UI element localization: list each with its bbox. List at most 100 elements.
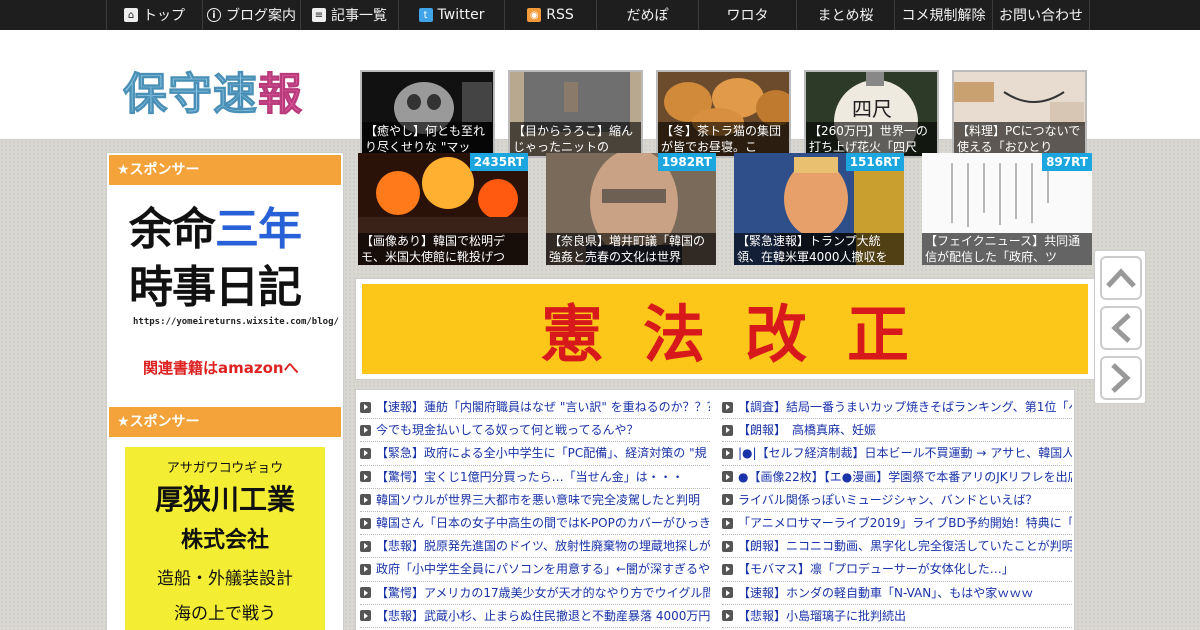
headline-text: ライバル関係っぽいミュージシャン、バンドといえば？	[738, 492, 1038, 507]
header-thumb[interactable]: 【癒やし】何とも至れり尽くせりな "マッ	[360, 70, 495, 158]
header-thumb[interactable]: 【目からうろこ】縮んじゃったニットの	[508, 70, 643, 158]
retweet-count-badge: 2435RT	[469, 153, 528, 171]
headline-column-right: 【調査】結局一番うまいカップ焼きそばランキング、第1位「ペ 【朗報】 高橋真麻、…	[722, 396, 1072, 628]
nav-item-top[interactable]: ⌂ トップ	[106, 0, 202, 30]
headline-link[interactable]: 「アニメロサマーライブ2019」ライブBD予約開始！特典に「ア	[722, 512, 1072, 536]
nav-item-blog-guide[interactable]: i ブログ案内	[202, 0, 300, 30]
play-bullet-icon	[360, 610, 371, 622]
headline-link[interactable]: 【速報】蓮舫「内閣府職員はなぜ "言い訳" を重ねるのか？？？	[360, 396, 710, 420]
headline-link[interactable]: 【悲報】脱原発先進国のドイツ、放射性廃棄物の埋蔵地探しが	[360, 535, 710, 559]
headline-link[interactable]: 政府「小中学生全員にパソコンを用意する」←闇が深すぎるや	[360, 558, 710, 582]
logo-text: 速	[213, 69, 258, 121]
sponsor-ad-asagawa[interactable]: アサガワコウギョウ 厚狭川工業 株式会社 造船・外艤装設計 海の上で戦う	[125, 447, 325, 630]
trending-caption: 【フェイクニュース】共同通信が配信した「政府、ツ	[922, 233, 1092, 265]
headline-link[interactable]: 【モバマス】凛「プロデューサーが女体化した…」	[722, 558, 1072, 582]
nav-item-twitter[interactable]: t Twitter	[398, 0, 504, 30]
nav-item-contact[interactable]: お問い合わせ	[992, 0, 1090, 30]
nav-item-article-list[interactable]: ≡ 記事一覧	[300, 0, 398, 30]
play-bullet-icon	[360, 517, 371, 529]
headline-text: 「アニメロサマーライブ2019」ライブBD予約開始！特典に「ア	[738, 516, 1072, 531]
nav-item-damepo[interactable]: だめぽ	[596, 0, 698, 30]
ad-tagline: 海の上で戦う	[174, 604, 276, 624]
amazon-link[interactable]: 関連書籍はamazonへ	[143, 357, 299, 378]
headline-text: 【朗報】 高橋真麻、妊娠	[738, 423, 877, 438]
header-thumb[interactable]: 四尺 【260万円】世界一の打ち上げ花火「四尺	[804, 70, 939, 158]
headline-link[interactable]: 【朗報】ニコニコ動画、黒字化し完全復活していたことが判明	[722, 535, 1072, 559]
headline-text: 【悲報】武蔵小杉、止まらぬ住民撤退と不動産暴落 4000万円台	[376, 608, 710, 623]
headline-text: 【悲報】小島瑠璃子に批判続出	[738, 608, 907, 623]
nav-item-comment-unlock[interactable]: コメ規制解除	[894, 0, 992, 30]
headline-link[interactable]: 【速報】ホンダの軽自動車「N-VAN」、もはや家ｗｗｗ	[722, 582, 1072, 605]
thumb-caption: 【目からうろこ】縮んじゃったニットの	[510, 122, 641, 156]
play-bullet-icon	[722, 610, 733, 622]
next-page-button[interactable]	[1100, 356, 1142, 400]
header-thumb[interactable]: 【料理】PCにつないで使える「おひとり	[952, 70, 1087, 158]
headline-text: 韓国ソウルが世界三大都市を悪い意味で完全凌駕したと判明	[376, 492, 701, 507]
site-logo[interactable]: 保守速報	[123, 58, 303, 122]
play-bullet-icon	[360, 424, 371, 436]
chevron-left-icon	[1111, 313, 1131, 343]
headline-link[interactable]: 【調査】結局一番うまいカップ焼きそばランキング、第1位「ペ	[722, 396, 1072, 420]
prev-page-button[interactable]	[1100, 306, 1142, 350]
logo-text: 保守	[123, 69, 213, 121]
headline-link[interactable]: 【驚愕】宝くじ1億円分買ったら…「当せん金」は・・・	[360, 466, 710, 489]
ad-kana: アサガワコウギョウ	[166, 461, 284, 476]
retweet-count-badge: 1982RT	[657, 153, 716, 171]
headline-text: 【朗報】ニコニコ動画、黒字化し完全復活していたことが判明	[738, 539, 1072, 554]
nav-label: Twitter	[437, 7, 485, 23]
trending-tile[interactable]: 1982RT 【奈良県】増井町議「韓国の強姦と売春の文化は世界	[546, 153, 716, 265]
sponsor-ad-yomei[interactable]: 余命三年 時事日記 https://yomeireturns.wixsite.c…	[107, 187, 343, 405]
play-bullet-icon	[360, 540, 371, 552]
nav-item-warota[interactable]: ワロタ	[698, 0, 796, 30]
play-bullet-icon	[360, 494, 371, 506]
sponsor-sidebar: ★スポンサー 余命三年 時事日記 https://yomeireturns.wi…	[106, 152, 344, 630]
banner-inner: 憲法改正	[362, 284, 1088, 374]
ad-url: https://yomeireturns.wixsite.com/blog/	[133, 317, 339, 327]
ad-description: 造船・外艤装設計	[157, 569, 293, 589]
headline-link[interactable]: 【驚愕】アメリカの17歳美少女が天才的なやり方でウイグル問	[360, 582, 710, 605]
headline-link[interactable]: 今でも現金払いしてる奴って何と戦ってるんや？	[360, 419, 710, 443]
nav-label: 記事一覧	[331, 8, 387, 24]
header-thumb[interactable]: 【冬】茶トラ猫の集団が皆でお昼寝。こ	[656, 70, 791, 158]
constitution-banner[interactable]: 憲法改正	[355, 278, 1095, 380]
logo-text: 報	[258, 69, 303, 121]
trending-caption: 【緊急速報】トランプ大統領、在韓米軍4000人撤収を	[734, 233, 904, 265]
headline-link[interactable]: 【朗報】 高橋真麻、妊娠	[722, 419, 1072, 443]
trending-tile[interactable]: 2435RT 【画像あり】韓国で松明デモ、米国大使館に靴投げつ	[358, 153, 528, 265]
play-bullet-icon	[722, 540, 733, 552]
headline-link[interactable]: 韓国さん「日本の女子中高生の間ではK-POPのカバーがひっき	[360, 512, 710, 536]
play-bullet-icon	[360, 401, 371, 413]
play-bullet-icon	[722, 447, 733, 459]
headline-list-box: 【速報】蓮舫「内閣府職員はなぜ "言い訳" を重ねるのか？？？ 今でも現金払いし…	[355, 389, 1075, 630]
nav-label: ワロタ	[726, 8, 769, 24]
nav-item-rss[interactable]: ◉ RSS	[504, 0, 596, 30]
play-bullet-icon	[360, 471, 371, 483]
headline-text: 【速報】ホンダの軽自動車「N-VAN」、もはや家ｗｗｗ	[738, 585, 1034, 600]
header-thumbnails: 【癒やし】何とも至れり尽くせりな "マッ 【目からうろこ】縮んじゃったニットの …	[360, 70, 1087, 158]
headline-text: |●|【セルフ経済制裁】日本ビール不買運動 → アサヒ、韓国人従	[738, 446, 1072, 461]
headline-link[interactable]: 【悲報】武蔵小杉、止まらぬ住民撤退と不動産暴落 4000万円台	[360, 605, 710, 628]
nav-item-matome-sakura[interactable]: まとめ桜	[796, 0, 894, 30]
headline-text: 今でも現金払いしてる奴って何と戦ってるんや？	[376, 423, 639, 438]
headline-text: ●【画像22枚】【エ●漫画】学園祭で本番アリのJKリフレを出店	[738, 469, 1072, 484]
nav-label: トップ	[143, 8, 185, 24]
headline-link[interactable]: 【悲報】小島瑠璃子に批判続出	[722, 605, 1072, 628]
ad-title-line1: 余命三年	[129, 193, 302, 257]
headline-link[interactable]: 【緊急】政府による全小中学生に「PC配備」、経済対策の "規	[360, 442, 710, 466]
headline-link[interactable]: |●|【セルフ経済制裁】日本ビール不買運動 → アサヒ、韓国人従	[722, 442, 1072, 466]
headline-text: 【緊急】政府による全小中学生に「PC配備」、経済対策の "規	[376, 446, 707, 461]
trending-tile[interactable]: 897RT 【フェイクニュース】共同通信が配信した「政府、ツ	[922, 153, 1092, 265]
twitter-icon: t	[418, 8, 433, 22]
headline-link[interactable]: ライバル関係っぽいミュージシャン、バンドといえば？	[722, 489, 1072, 512]
headline-link[interactable]: ●【画像22枚】【エ●漫画】学園祭で本番アリのJKリフレを出店	[722, 466, 1072, 489]
headline-link[interactable]: 韓国ソウルが世界三大都市を悪い意味で完全凌駕したと判明	[360, 489, 710, 512]
trending-caption: 【画像あり】韓国で松明デモ、米国大使館に靴投げつ	[358, 233, 528, 265]
play-bullet-icon	[360, 587, 371, 599]
play-bullet-icon	[722, 517, 733, 529]
ad-text: 余命	[129, 204, 216, 255]
trending-tile[interactable]: 1516RT 【緊急速報】トランプ大統領、在韓米軍4000人撤収を	[734, 153, 904, 265]
chevron-right-icon	[1111, 363, 1131, 393]
scroll-top-button[interactable]	[1100, 256, 1142, 300]
banner-text: 憲法改正	[540, 298, 949, 371]
home-icon: ⌂	[124, 8, 138, 22]
